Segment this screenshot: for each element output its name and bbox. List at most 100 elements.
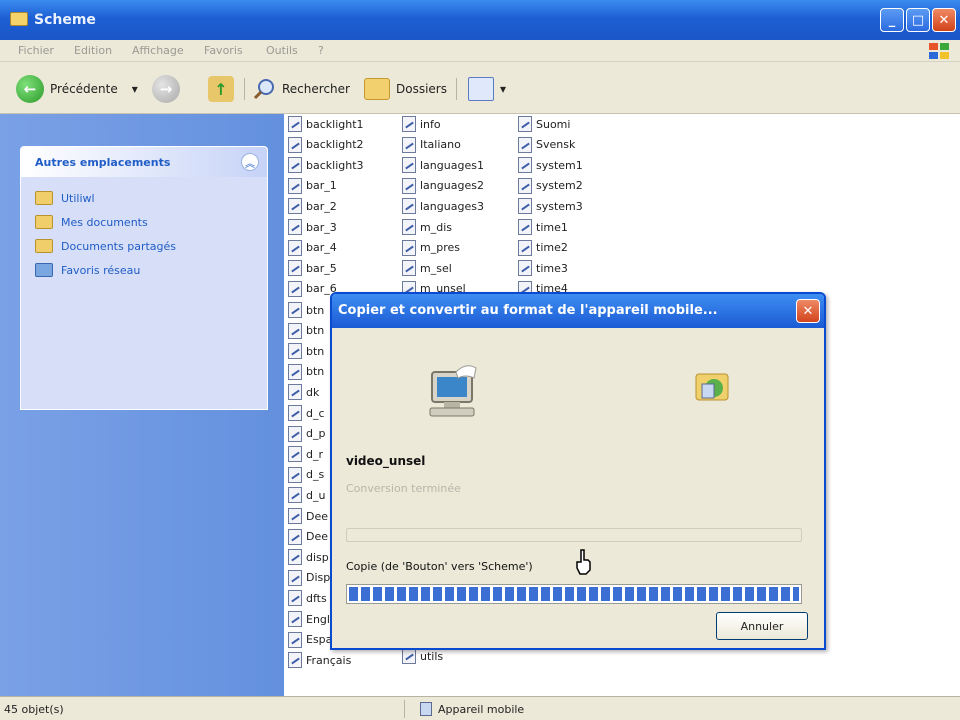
file-item[interactable]: time1: [518, 217, 568, 237]
network-icon: [35, 263, 53, 277]
toolbar-separator: [456, 78, 457, 100]
file-item[interactable]: bar_3: [288, 217, 337, 237]
menu-view[interactable]: Affichage: [132, 44, 184, 57]
file-item[interactable]: Dee: [288, 506, 328, 526]
file-item[interactable]: m_dis: [402, 217, 452, 237]
views-button[interactable]: ▾: [468, 74, 506, 104]
toolbar-separator: [244, 78, 245, 100]
file-name: dk: [306, 385, 320, 399]
file-item[interactable]: info: [402, 114, 441, 134]
file-item[interactable]: languages1: [402, 155, 484, 175]
file-name: info: [420, 117, 441, 131]
file-item[interactable]: m_sel: [402, 258, 452, 278]
maximize-button[interactable]: □: [906, 8, 930, 32]
window-title: Scheme: [34, 12, 96, 28]
menu-help[interactable]: ?: [318, 44, 324, 57]
file-item[interactable]: Français: [288, 650, 351, 670]
file-name: d_u: [306, 488, 326, 502]
file-item[interactable]: Espa: [288, 630, 332, 650]
file-item[interactable]: btn: [288, 300, 324, 320]
file-icon: [288, 343, 302, 360]
file-icon: [518, 177, 532, 194]
file-item[interactable]: disp: [288, 547, 329, 567]
toolbar: ← Précédente ▾ → ↑ Rechercher Dossiers ▾: [0, 62, 960, 114]
file-item[interactable]: bar_1: [288, 176, 337, 196]
place-label: Documents partagés: [61, 239, 176, 253]
place-item[interactable]: Favoris réseau: [35, 261, 140, 279]
folders-button[interactable]: Dossiers: [364, 74, 447, 104]
file-item[interactable]: Dee: [288, 527, 328, 547]
file-item[interactable]: backlight1: [288, 114, 364, 134]
menu-favorites[interactable]: Favoris: [204, 44, 243, 57]
chevron-up-icon[interactable]: ︽: [241, 153, 259, 171]
file-icon: [288, 177, 302, 194]
cancel-button[interactable]: Annuler: [716, 612, 808, 640]
file-icon: [288, 487, 302, 504]
place-item[interactable]: Mes documents: [35, 213, 148, 231]
file-item[interactable]: dk: [288, 382, 319, 402]
menu-file[interactable]: Fichier: [18, 44, 54, 57]
file-item[interactable]: system1: [518, 155, 583, 175]
minimize-button[interactable]: _: [880, 8, 904, 32]
file-item[interactable]: Engl: [288, 609, 330, 629]
file-item[interactable]: time3: [518, 258, 568, 278]
other-places-panel: Autres emplacements ︽ Utiliwl Mes docume…: [20, 146, 268, 410]
file-item[interactable]: bar_4: [288, 238, 337, 258]
file-item[interactable]: d_u: [288, 485, 325, 505]
dialog-close-button[interactable]: ✕: [796, 299, 820, 323]
file-item[interactable]: system2: [518, 176, 583, 196]
file-name: Dee: [306, 530, 329, 544]
file-icon: [518, 116, 532, 132]
search-button[interactable]: Rechercher: [252, 74, 350, 104]
close-button[interactable]: ✕: [932, 8, 956, 32]
file-name: backlight1: [306, 117, 364, 131]
file-item[interactable]: system3: [518, 196, 583, 216]
file-icon: [288, 363, 302, 380]
file-icon: [402, 157, 416, 174]
place-item[interactable]: Utiliwl: [35, 189, 95, 207]
dialog-filename: video_unsel: [346, 454, 426, 468]
menu-tools[interactable]: Outils: [266, 44, 298, 57]
file-item[interactable]: btn: [288, 362, 324, 382]
file-item[interactable]: dfts: [288, 588, 327, 608]
file-item[interactable]: Italiano: [402, 135, 461, 155]
copy-dialog: Copier et convertir au format de l'appar…: [330, 292, 826, 650]
file-icon: [288, 280, 302, 297]
file-item[interactable]: bar_5: [288, 258, 337, 278]
panel-header[interactable]: Autres emplacements ︽: [21, 147, 267, 177]
folder-icon: [35, 239, 53, 253]
file-item[interactable]: btn: [288, 321, 324, 341]
file-item[interactable]: btn: [288, 341, 324, 361]
file-item[interactable]: languages2: [402, 176, 484, 196]
file-item[interactable]: d_s: [288, 465, 324, 485]
file-item[interactable]: bar_2: [288, 196, 337, 216]
forward-button[interactable]: →: [152, 74, 180, 104]
up-button[interactable]: ↑: [208, 74, 234, 104]
file-item[interactable]: Disp: [288, 568, 330, 588]
file-name: Espa: [306, 633, 333, 647]
file-item[interactable]: Svensk: [518, 135, 575, 155]
file-name: btn: [306, 324, 325, 338]
file-item[interactable]: time2: [518, 238, 568, 258]
back-dropdown-icon[interactable]: ▾: [132, 82, 138, 96]
file-name: bar_3: [306, 220, 337, 234]
file-icon: [288, 549, 302, 566]
file-name: backlight3: [306, 158, 364, 172]
menu-edit[interactable]: Edition: [74, 44, 112, 57]
place-item[interactable]: Documents partagés: [35, 237, 176, 255]
file-item[interactable]: m_pres: [402, 238, 460, 258]
file-name: time2: [536, 241, 568, 255]
file-item[interactable]: d_r: [288, 444, 323, 464]
file-item[interactable]: backlight2: [288, 135, 364, 155]
back-button[interactable]: ← Précédente ▾: [16, 74, 138, 104]
forward-arrow-icon: →: [152, 75, 180, 103]
file-item[interactable]: languages3: [402, 196, 484, 216]
back-arrow-icon: ←: [16, 75, 44, 103]
menu-bar: Fichier Edition Affichage Favoris Outils…: [0, 40, 960, 62]
status-location-label: Appareil mobile: [438, 702, 525, 716]
file-item[interactable]: Suomi: [518, 114, 570, 134]
status-count: 45 objet(s): [4, 703, 64, 716]
file-item[interactable]: d_p: [288, 424, 325, 444]
file-item[interactable]: backlight3: [288, 155, 364, 175]
file-item[interactable]: d_c: [288, 403, 325, 423]
